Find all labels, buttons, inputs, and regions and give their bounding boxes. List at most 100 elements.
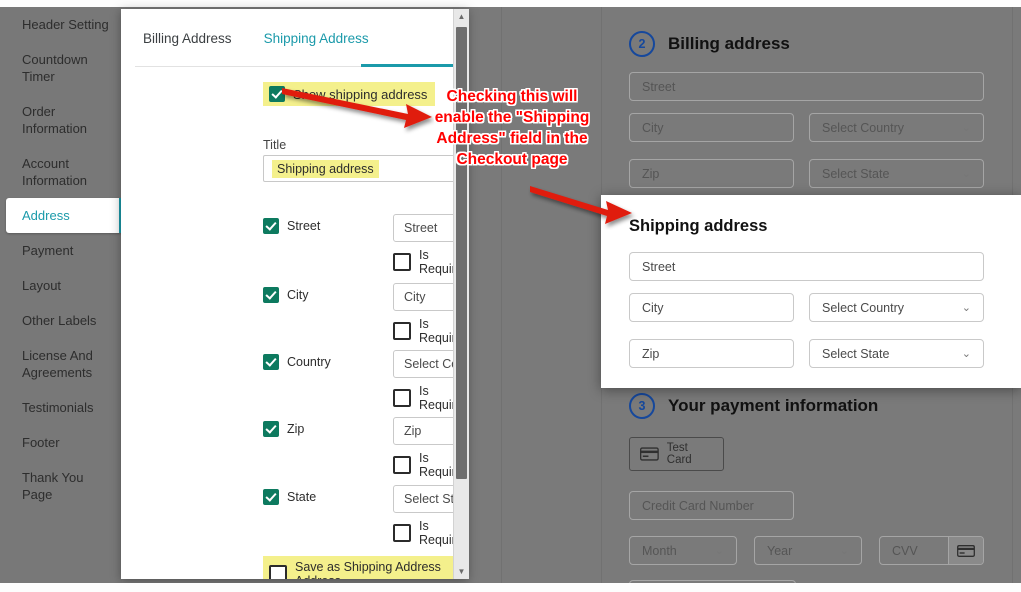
checkbox-checked-icon[interactable] — [269, 86, 285, 102]
title-input-value: Shipping address — [272, 159, 379, 178]
card-month-select[interactable]: Month ⌄ — [629, 536, 737, 565]
shipping-street-input[interactable]: Street — [629, 252, 984, 281]
city-label-input[interactable]: City — [393, 283, 453, 311]
checkbox-unchecked-icon[interactable] — [393, 322, 411, 340]
zip-enable-toggle[interactable]: Zip — [263, 421, 304, 437]
billing-address-heading: 2 Billing address — [629, 31, 790, 57]
billing-street-input[interactable]: Street — [629, 72, 984, 101]
checkbox-checked-icon[interactable] — [263, 218, 279, 234]
chevron-down-icon: ⌄ — [961, 168, 971, 180]
cvv-card-icon[interactable] — [948, 537, 983, 564]
scroll-up-arrow-icon[interactable]: ▲ — [454, 9, 469, 24]
country-required-label: Is Required — [419, 384, 453, 412]
step-number-badge: 3 — [629, 393, 655, 419]
chevron-down-icon: ⌄ — [961, 302, 971, 314]
shipping-city-input[interactable]: City — [629, 293, 794, 322]
state-label: State — [287, 490, 317, 504]
scrollbar-thumb[interactable] — [456, 27, 467, 479]
country-label: Country — [287, 355, 331, 369]
scroll-down-arrow-icon[interactable]: ▼ — [454, 564, 469, 579]
shipping-address-title: Shipping address — [629, 217, 768, 235]
state-enable-toggle[interactable]: State — [263, 489, 316, 505]
sidebar-item-payment[interactable]: Payment — [0, 233, 122, 268]
shipping-zip-input[interactable]: Zip — [629, 339, 794, 368]
sidebar-item-header-setting[interactable]: Header Setting — [0, 7, 122, 42]
checkbox-checked-icon[interactable] — [263, 421, 279, 437]
save-as-shipping-address-label: Save as Shipping Address Address — [295, 560, 441, 579]
modal-scrollbar[interactable]: ▲ ▼ — [453, 9, 469, 579]
checkbox-unchecked-icon[interactable] — [393, 456, 411, 474]
shipping-state-select[interactable]: Select State ⌄ — [809, 339, 984, 368]
credit-card-icon — [957, 544, 975, 557]
billing-zip-input[interactable]: Zip — [629, 159, 794, 188]
title-input[interactable]: Shipping address — [263, 155, 453, 182]
shipping-country-select[interactable]: Select Country ⌄ — [809, 293, 984, 322]
cvv-input[interactable]: CVV — [880, 537, 948, 564]
step-number-badge: 2 — [629, 31, 655, 57]
city-enable-toggle[interactable]: City — [263, 287, 309, 303]
address-tabs: Billing Address Shipping Address — [121, 9, 453, 56]
payment-heading: 3 Your payment information — [629, 393, 878, 419]
billing-state-select[interactable]: Select State ⌄ — [809, 159, 984, 188]
title-field-label: Title — [263, 138, 287, 152]
tab-billing-address[interactable]: Billing Address — [143, 31, 232, 56]
test-card-button[interactable]: Test Card — [629, 437, 724, 471]
city-required-toggle[interactable]: Is Required — [393, 317, 453, 345]
screenshot-root: 2 Billing address Street City Select Cou… — [0, 0, 1021, 592]
billing-city-input[interactable]: City — [629, 113, 794, 142]
checkbox-unchecked-icon[interactable] — [269, 565, 287, 579]
card-month-value: Month — [642, 543, 677, 558]
sidebar-item-layout[interactable]: Layout — [0, 268, 122, 303]
checkbox-checked-icon[interactable] — [263, 489, 279, 505]
state-label-input[interactable]: Select State — [393, 485, 453, 513]
checkbox-unchecked-icon[interactable] — [393, 253, 411, 271]
sidebar-item-order-information[interactable]: Order Information — [0, 94, 122, 146]
city-label: City — [287, 288, 309, 302]
shipping-country-value: Select Country — [822, 300, 904, 315]
chevron-down-icon: ⌄ — [961, 348, 971, 360]
checkbox-unchecked-icon[interactable] — [393, 389, 411, 407]
billing-country-select[interactable]: Select Country ⌄ — [809, 113, 984, 142]
street-label-input[interactable]: Street — [393, 214, 453, 242]
card-year-value: Year — [767, 543, 793, 558]
sidebar-item-address[interactable]: Address — [6, 198, 122, 233]
billing-country-value: Select Country — [822, 120, 904, 135]
sidebar-item-testimonials[interactable]: Testimonials — [0, 390, 122, 425]
show-shipping-address-row[interactable]: Show shipping address — [263, 82, 436, 106]
sidebar-item-footer[interactable]: Footer — [0, 425, 122, 460]
page-bottom-gutter — [0, 583, 1021, 592]
sidebar-item-account-information[interactable]: Account Information — [0, 146, 122, 198]
test-card-label: Test Card — [666, 442, 692, 466]
sidebar-item-other-labels[interactable]: Other Labels — [0, 303, 122, 338]
sidebar-item-license-and-agreements[interactable]: License And Agreements — [0, 338, 122, 390]
country-required-toggle[interactable]: Is Required — [393, 384, 453, 412]
sidebar-item-countdown-timer[interactable]: Countdown Timer — [0, 42, 122, 94]
card-year-select[interactable]: Year ⌄ — [754, 536, 862, 565]
zip-required-toggle[interactable]: Is Required — [393, 451, 453, 479]
tab-shipping-address[interactable]: Shipping Address — [264, 31, 369, 56]
layout-divider-left — [501, 7, 502, 584]
checkbox-unchecked-icon[interactable] — [393, 524, 411, 542]
state-required-toggle[interactable]: Is Required — [393, 519, 453, 547]
country-enable-toggle[interactable]: Country — [263, 354, 331, 370]
chevron-down-icon: ⌄ — [839, 545, 849, 557]
settings-sidebar: Header Setting Countdown Timer Order Inf… — [0, 7, 122, 584]
show-shipping-address-label: Show shipping address — [293, 86, 428, 102]
checkbox-checked-icon[interactable] — [263, 287, 279, 303]
street-required-toggle[interactable]: Is Required — [393, 248, 453, 276]
cvv-group[interactable]: CVV — [879, 536, 984, 565]
zip-label-input[interactable]: Zip — [393, 417, 453, 445]
credit-card-icon — [640, 447, 659, 461]
address-settings-modal: Billing Address Shipping Address Show sh… — [121, 9, 468, 579]
active-tab-indicator — [361, 64, 453, 67]
street-enable-toggle[interactable]: Street — [263, 218, 320, 234]
credit-card-number-input[interactable]: Credit Card Number — [629, 491, 794, 520]
shipping-address-card: Shipping address Street City Select Coun… — [601, 195, 1021, 388]
chevron-down-icon: ⌄ — [714, 545, 724, 557]
sidebar-item-thank-you-page[interactable]: Thank You Page — [0, 460, 122, 512]
payment-title: Your payment information — [668, 396, 879, 415]
country-label-input[interactable]: Select Country — [393, 350, 453, 378]
save-as-shipping-address-row[interactable]: Save as Shipping Address Address — [263, 556, 453, 579]
checkbox-checked-icon[interactable] — [263, 354, 279, 370]
billing-address-title: Billing address — [668, 34, 790, 53]
